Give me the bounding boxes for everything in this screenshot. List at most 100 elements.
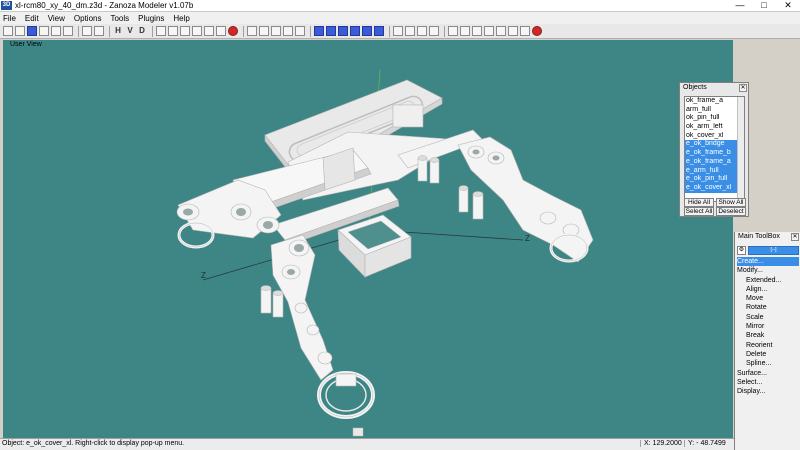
torus-primitive-icon[interactable] xyxy=(362,26,372,36)
camera-icon[interactable] xyxy=(484,26,494,36)
show-all-button[interactable]: Show All xyxy=(716,198,746,207)
list-item[interactable]: e_ok_cover_xl xyxy=(685,183,739,193)
sphere-primitive-icon[interactable] xyxy=(326,26,336,36)
extrude-icon[interactable] xyxy=(405,26,415,36)
zoom-icon[interactable] xyxy=(247,26,257,36)
bones-icon[interactable] xyxy=(496,26,506,36)
view-h-button[interactable]: H xyxy=(113,26,123,36)
pan-icon[interactable] xyxy=(259,26,269,36)
move-icon[interactable] xyxy=(168,26,178,36)
objects-list[interactable]: ok_frame_a arm_full ok_pin_full ok_arm_l… xyxy=(684,96,745,202)
window-title: xl-rcm80_xy_40_dm.z3d - Zanoza Modeler v… xyxy=(15,1,194,10)
boolean-icon[interactable] xyxy=(393,26,403,36)
list-item[interactable]: e_ok_frame_b xyxy=(685,149,739,158)
list-item[interactable]: ok_arm_left xyxy=(685,123,739,132)
list-item[interactable]: e_arm_full xyxy=(685,166,739,176)
toolbox-mode-field[interactable]: [--] xyxy=(748,246,799,255)
toolbox-item-break[interactable]: Break xyxy=(737,331,799,340)
list-item[interactable]: arm_full xyxy=(685,106,739,115)
minimize-button[interactable]: — xyxy=(728,0,752,12)
window-controls: — □ ✕ xyxy=(728,0,800,12)
list-item[interactable]: ok_frame_a xyxy=(685,97,739,106)
maximize-button[interactable]: □ xyxy=(752,0,776,12)
snap-icon[interactable] xyxy=(448,26,458,36)
viewport-label: User View xyxy=(10,41,42,48)
zanoza-logo-icon[interactable] xyxy=(532,26,542,36)
title-bar: 3D xl-rcm80_xy_40_dm.z3d - Zanoza Modele… xyxy=(0,0,800,12)
list-item[interactable]: e_ok_bridge xyxy=(685,140,739,150)
view-v-button[interactable]: V xyxy=(125,26,135,36)
cylinder-primitive-icon[interactable] xyxy=(338,26,348,36)
app-icon: 3D xyxy=(1,1,12,10)
select-all-button[interactable]: Select All xyxy=(684,207,714,216)
deselect-button[interactable]: Deselect xyxy=(716,207,746,216)
toolbox-item-rotate[interactable]: Rotate xyxy=(737,303,799,312)
save-as-icon[interactable] xyxy=(39,26,49,36)
list-item[interactable]: ok_cover_xl xyxy=(685,132,739,141)
toolbox-title-text: Main ToolBox xyxy=(738,233,780,240)
rotate-icon[interactable] xyxy=(180,26,190,36)
toolbox-item-select[interactable]: Select... xyxy=(737,378,799,387)
objects-list-scrollbar[interactable] xyxy=(737,97,744,201)
scene-render: Z Z xyxy=(176,69,594,437)
hide-all-button[interactable]: Hide All xyxy=(684,198,714,207)
toolbox-item-spline[interactable]: Spline... xyxy=(737,359,799,368)
light-icon[interactable] xyxy=(472,26,482,36)
toolbox-item-reorient[interactable]: Reorient xyxy=(737,341,799,350)
material-icon[interactable] xyxy=(216,26,226,36)
list-item[interactable]: e_ok_frame_a xyxy=(685,157,739,167)
toolbox-item-surface[interactable]: Surface... xyxy=(737,369,799,378)
cone-primitive-icon[interactable] xyxy=(350,26,360,36)
square-bracket-model[interactable] xyxy=(337,214,412,278)
open-folder-icon[interactable] xyxy=(15,26,25,36)
menu-options[interactable]: Options xyxy=(74,14,102,23)
plane-primitive-icon[interactable] xyxy=(374,26,384,36)
toolbox-item-align[interactable]: Align... xyxy=(737,285,799,294)
orbit-icon[interactable] xyxy=(271,26,281,36)
box-primitive-icon[interactable] xyxy=(314,26,324,36)
menu-plugins[interactable]: Plugins xyxy=(138,14,164,23)
list-item[interactable]: e_ok_pin_full xyxy=(685,175,739,184)
menu-file[interactable]: File xyxy=(3,14,16,23)
list-item[interactable]: ok_pin_full xyxy=(685,114,739,123)
axis-z-label-left: Z xyxy=(201,271,206,280)
close-button[interactable]: ✕ xyxy=(776,0,800,12)
toolbox-item-create[interactable]: Create... xyxy=(737,257,799,267)
mirror-icon[interactable] xyxy=(204,26,214,36)
toolbox-item-extended[interactable]: Extended... xyxy=(737,276,799,285)
new-file-icon[interactable] xyxy=(3,26,13,36)
wireframe-icon[interactable] xyxy=(295,26,305,36)
render-sphere-icon[interactable] xyxy=(228,26,238,36)
view-d-button[interactable]: D xyxy=(137,26,147,36)
settings-icon[interactable]: ⚙ xyxy=(737,246,746,255)
toolbar-divider xyxy=(78,25,79,37)
grid-icon[interactable] xyxy=(460,26,470,36)
toolbox-item-modify[interactable]: Modify... xyxy=(737,266,799,275)
toolbox-item-move[interactable]: Move xyxy=(737,294,799,303)
undo-icon[interactable] xyxy=(82,26,92,36)
objects-panel-title-text: Objects xyxy=(683,84,707,91)
save-icon[interactable] xyxy=(27,26,37,36)
user-view-viewport[interactable]: Z Z xyxy=(3,40,733,438)
select-arrow-icon[interactable] xyxy=(156,26,166,36)
menu-help[interactable]: Help xyxy=(173,14,189,23)
loft-icon[interactable] xyxy=(429,26,439,36)
text-icon[interactable] xyxy=(508,26,518,36)
toolbox-item-display[interactable]: Display... xyxy=(737,387,799,396)
close-icon[interactable]: ✕ xyxy=(791,233,799,241)
toolbox-title: Main ToolBox ✕ xyxy=(735,232,800,242)
scale-icon[interactable] xyxy=(192,26,202,36)
menu-edit[interactable]: Edit xyxy=(25,14,39,23)
measure-icon[interactable] xyxy=(520,26,530,36)
toolbox-item-delete[interactable]: Delete xyxy=(737,350,799,359)
export-icon[interactable] xyxy=(63,26,73,36)
menu-tools[interactable]: Tools xyxy=(110,14,129,23)
zoom-extents-icon[interactable] xyxy=(283,26,293,36)
toolbox-item-mirror[interactable]: Mirror xyxy=(737,322,799,331)
close-icon[interactable]: ✕ xyxy=(739,84,747,92)
import-icon[interactable] xyxy=(51,26,61,36)
lathe-icon[interactable] xyxy=(417,26,427,36)
menu-view[interactable]: View xyxy=(48,14,65,23)
toolbox-item-scale[interactable]: Scale xyxy=(737,313,799,322)
redo-icon[interactable] xyxy=(94,26,104,36)
